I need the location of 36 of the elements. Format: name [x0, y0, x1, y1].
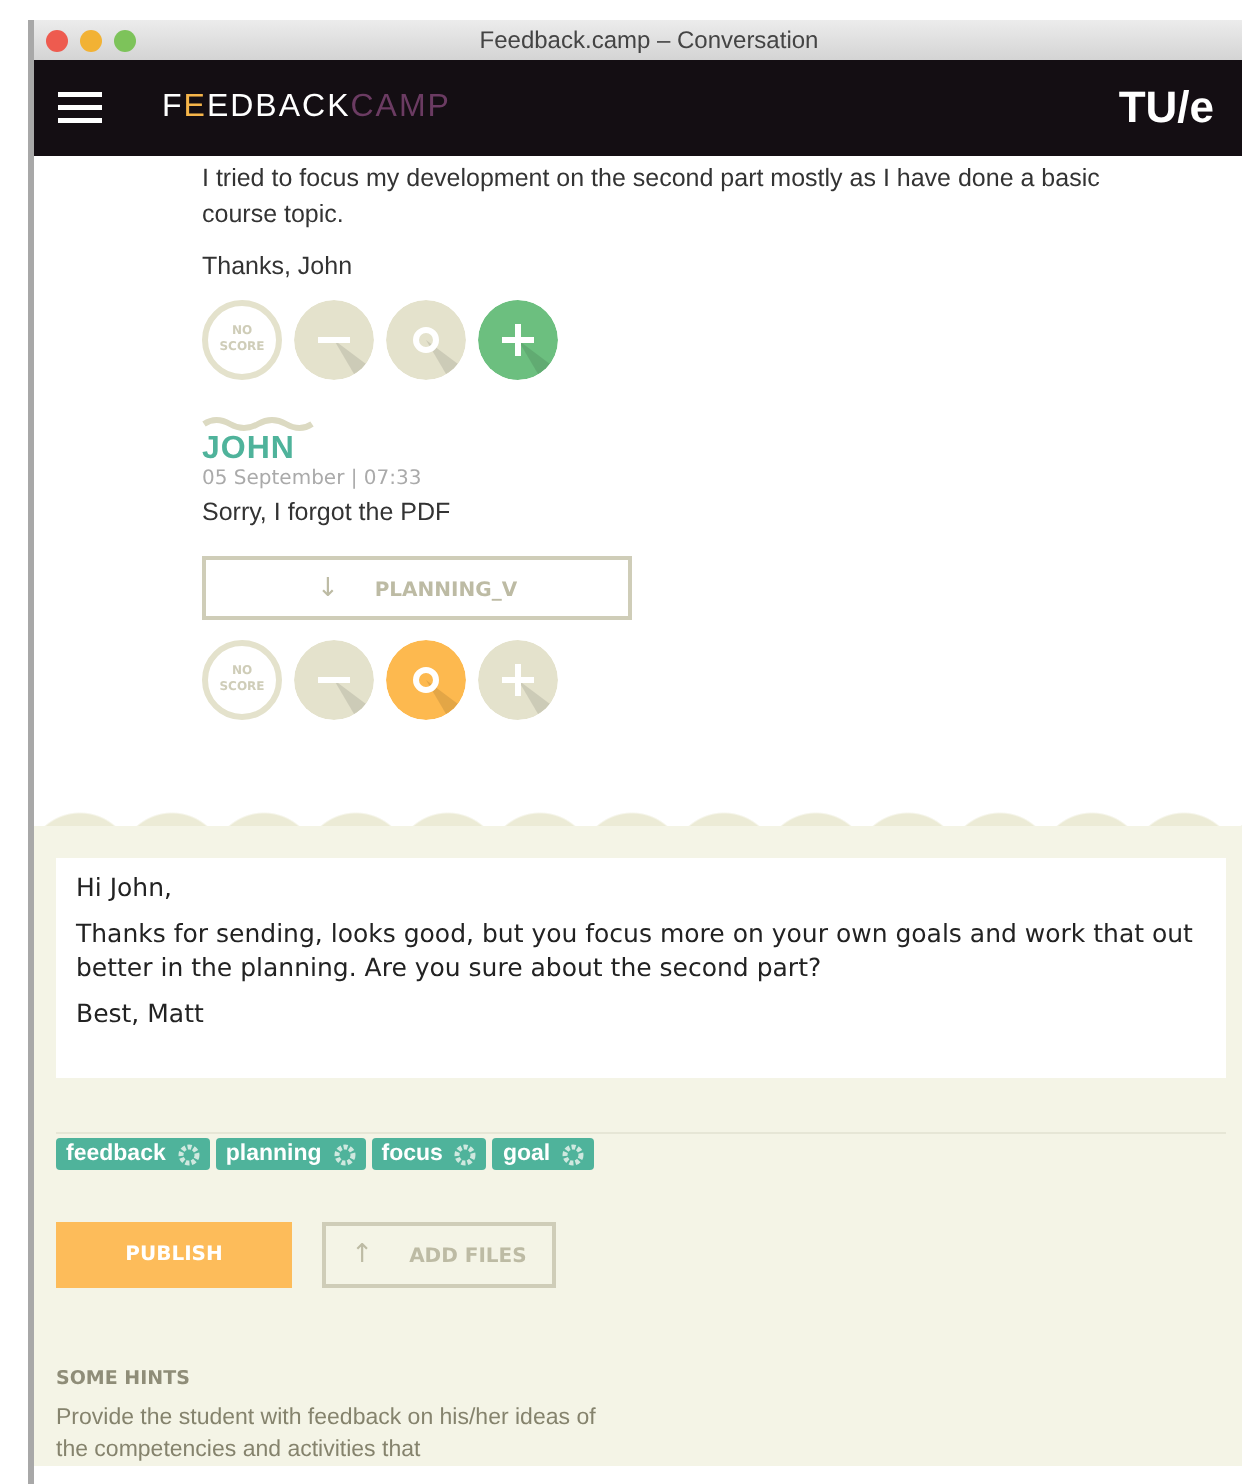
remove-icon[interactable] [454, 1143, 477, 1165]
minus-score-icon[interactable] [294, 300, 374, 380]
wave-icon [202, 416, 314, 432]
tag[interactable]: planning [215, 1138, 366, 1170]
neutral-score-icon[interactable] [386, 300, 466, 380]
menu-icon[interactable] [58, 92, 102, 124]
publish-button[interactable]: PUBLISH [56, 1222, 292, 1288]
remove-icon[interactable] [177, 1143, 200, 1165]
message-text: I tried to focus my development on the second part mostly as I have done a basic course topic. [202, 162, 1102, 232]
message-text: Sorry, I forgot the PDF [202, 496, 453, 530]
tag[interactable]: focus [371, 1138, 487, 1170]
reply-text: Thanks for sending, looks good, but you focus more on your own goals and work that out better in the planning. Are you sure about the second part? [76, 916, 1195, 984]
brand-logo: TU/e [1118, 82, 1214, 134]
add-files-button[interactable]: ↑ ADD FILES [322, 1222, 556, 1288]
minus-score-icon[interactable] [294, 640, 374, 720]
remove-icon[interactable] [562, 1143, 585, 1165]
message-text: Thanks, John [202, 250, 355, 284]
reply-text: Best, Matt [76, 996, 206, 1030]
plus-score-icon[interactable] [478, 300, 558, 380]
message-date: 05 September | 07:33 [202, 468, 424, 490]
logo: FEEDBACKCAMP [162, 90, 451, 126]
hints-title: SOME HINTS [56, 1368, 192, 1390]
tag[interactable]: goal [492, 1138, 595, 1170]
author-name: JOHN [202, 432, 297, 468]
plus-score-icon[interactable] [478, 640, 558, 720]
neutral-score-icon[interactable] [386, 640, 466, 720]
tag[interactable]: feedback [56, 1138, 210, 1170]
window-title: Feedback.camp – Conversation [479, 26, 821, 54]
minimize-button[interactable] [80, 29, 102, 51]
remove-icon[interactable] [333, 1143, 356, 1165]
hints-text: Provide the student with feedback on his/her ideas of the competencies and activities that [56, 1404, 598, 1466]
close-button[interactable] [46, 29, 68, 51]
reply-text: Hi John, [76, 870, 174, 904]
reply-field[interactable]: Hi John, Thanks for sending, looks good, but you focus more on your own goals and work that out better in the planning. Are you sure about the second part? Best, Matt [56, 858, 1226, 1078]
zoom-button[interactable] [114, 29, 136, 51]
attachment-button[interactable]: ↓ PLANNING_V [202, 556, 632, 620]
